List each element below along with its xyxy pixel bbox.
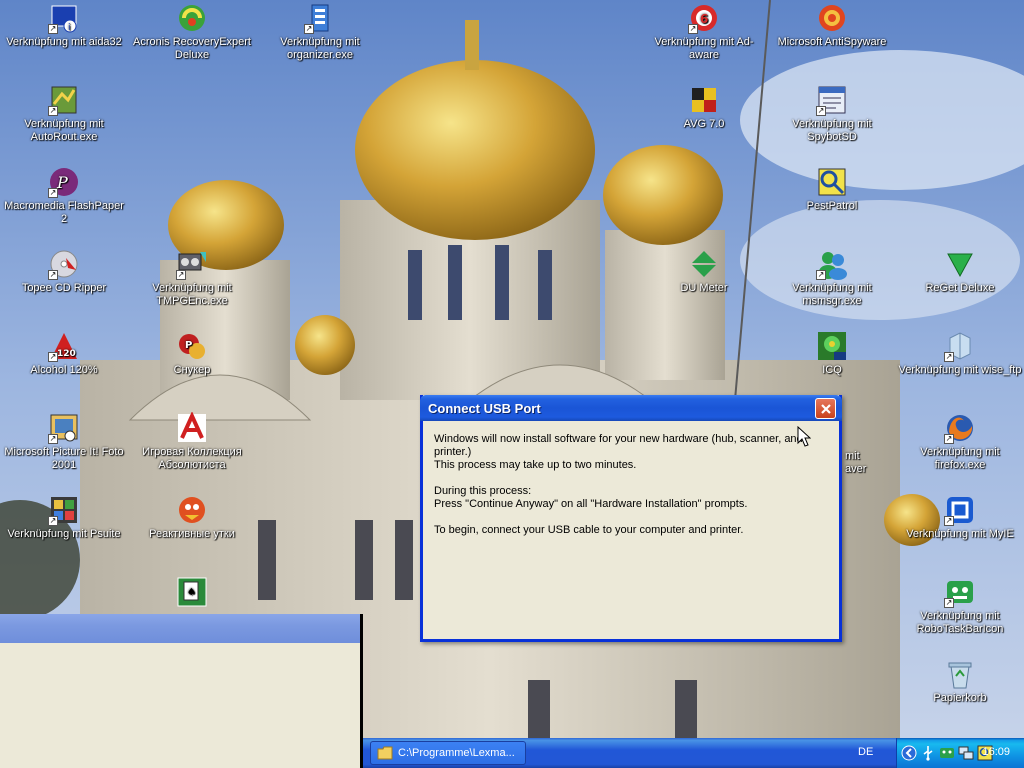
desktop-icon-cdripper[interactable]: ↗ Topee CD Ripper <box>0 248 128 295</box>
background-window[interactable] <box>0 614 363 768</box>
desktop-icon-robotaskbar[interactable]: ↗ Verknüpfung mit RoboTaskBarIcon <box>896 576 1024 636</box>
icon-label: Verknüpfung mit Psuite <box>7 528 121 540</box>
language-indicator[interactable]: DE <box>858 746 873 758</box>
tray-expand-icon[interactable] <box>901 745 917 761</box>
dialog-titlebar[interactable]: Connect USB Port <box>420 395 842 421</box>
svg-text:P: P <box>185 340 192 351</box>
mouse-cursor-icon <box>797 426 811 447</box>
icon-label: Реактивные утки <box>149 528 235 540</box>
desktop-icon-dumeter[interactable]: DU Meter <box>640 248 768 295</box>
svg-text:6: 6 <box>700 12 708 26</box>
desktop-icon-myie[interactable]: ↗ Verknüpfung mit MyIE <box>896 494 1024 541</box>
dialog-body: Windows will now install software for yo… <box>423 421 839 549</box>
games-collection-icon <box>178 412 206 442</box>
recycle-bin-icon <box>948 662 972 689</box>
network-icon[interactable] <box>958 745 974 761</box>
snooker-icon: P <box>179 334 205 359</box>
icon-label: PestPatrol <box>806 200 858 212</box>
desktop-icon-snooker[interactable]: P Снукер <box>128 330 256 377</box>
reget-icon <box>947 253 973 278</box>
taskbar: C:\Programme\Lexma... DE 16:09 <box>363 738 1024 768</box>
taskbar-button-explorer[interactable]: C:\Programme\Lexma... <box>370 741 526 765</box>
desktop-icon-aida32[interactable]: i ↗ Verknüpfung mit aida32 <box>0 2 128 49</box>
taskbar-button-label: C:\Programme\Lexma... <box>398 747 515 759</box>
icon-label: Игровая Коллекция Абсолютиста <box>142 446 242 471</box>
dialog-text-line: Press "Continue Anyway" on all "Hardware… <box>434 498 748 510</box>
desktop-icon-games-collection[interactable]: Игровая Коллекция Абсолютиста <box>128 412 256 472</box>
desktop-icon-wiseftp[interactable]: ↗ Verknüpfung mit wise_ftp <box>896 330 1024 377</box>
robotaskbar-tray-icon[interactable] <box>939 745 955 761</box>
usb-icon[interactable] <box>920 745 936 761</box>
dialog-text-line: To begin, connect your USB cable to your… <box>434 524 744 536</box>
icon-label: Macromedia FlashPaper 2 <box>4 200 124 225</box>
desktop-icon-pestpatrol[interactable]: PestPatrol <box>768 166 896 213</box>
avg-icon <box>692 88 716 112</box>
pestpatrol-icon <box>818 168 846 196</box>
icon-label: Alcohol 120% <box>30 364 98 376</box>
desktop-icon-autorout[interactable]: ↗ Verknüpfung mit AutoRout.exe <box>0 84 128 144</box>
acronis-icon <box>179 5 205 31</box>
dialog-text-line: Windows will now install software for yo… <box>434 433 803 458</box>
icon-label: ReGet Deluxe <box>925 282 995 294</box>
icon-label: Verknüpfung mit RoboTaskBarIcon <box>916 610 1004 635</box>
desktop-icon-recycle-bin[interactable]: Papierkorb <box>896 658 1024 705</box>
icon-label: Verknüpfung mit AutoRout.exe <box>24 118 104 143</box>
desktop-icon-firefox[interactable]: ↗ Verknüpfung mit firefox.exe <box>896 412 1024 472</box>
icon-label: Topee CD Ripper <box>21 282 107 294</box>
background-window-titlebar[interactable] <box>0 614 360 643</box>
icon-label: mit <box>845 450 860 462</box>
ducks-icon <box>179 497 205 523</box>
close-icon <box>820 403 831 414</box>
desktop-icon-psuite[interactable]: ↗ Verknüpfung mit Psuite <box>0 494 128 541</box>
desktop-icon-solitaire[interactable]: ♠ <box>128 576 256 610</box>
dumeter-icon <box>692 251 716 277</box>
desktop-icon-flashpaper[interactable]: P ↗ Macromedia FlashPaper 2 <box>0 166 128 226</box>
icon-label: Microsoft Picture It! Foto 2001 <box>4 446 124 471</box>
connect-usb-dialog[interactable]: Connect USB Port Windows will now instal… <box>420 395 842 642</box>
dialog-text-line: During this process: <box>434 485 532 497</box>
clock[interactable]: 16:09 <box>982 746 1010 758</box>
antispyware-icon <box>819 5 845 31</box>
desktop-icon-pictureit[interactable]: ↗ Microsoft Picture It! Foto 2001 <box>0 412 128 472</box>
icon-label: Verknüpfung mit wise_ftp <box>898 364 1022 376</box>
system-tray: 16:09 <box>896 738 1024 768</box>
icon-label: DU Meter <box>680 282 728 294</box>
icon-label: Verknüpfung mit organizer.exe <box>280 36 360 61</box>
icon-label: Verknüpfung mit SpybotSD <box>792 118 872 143</box>
desktop-icon-antispyware[interactable]: Microsoft AntiSpyware <box>768 2 896 49</box>
svg-text:♠: ♠ <box>187 587 196 598</box>
icon-label: Снукер <box>173 364 211 376</box>
icon-label: Papierkorb <box>933 692 987 704</box>
desktop-icon-ducks[interactable]: Реактивные утки <box>128 494 256 541</box>
icon-label: Verknüpfung mit MyIE <box>906 528 1014 540</box>
icon-label: Microsoft AntiSpyware <box>777 36 887 48</box>
svg-text:i: i <box>68 23 71 33</box>
dialog-title: Connect USB Port <box>428 400 541 416</box>
icon-label: ICQ <box>822 364 842 376</box>
desktop-icon-reget[interactable]: ReGet Deluxe <box>896 248 1024 295</box>
icon-label: Verknüpfung mit firefox.exe <box>920 446 1000 471</box>
icq-icon <box>818 332 846 360</box>
close-button[interactable] <box>815 398 836 419</box>
desktop-icon-alcohol[interactable]: 120 ↗ Alcohol 120% <box>0 330 128 377</box>
folder-icon <box>377 746 393 760</box>
desktop-icon-avg[interactable]: AVG 7.0 <box>640 84 768 131</box>
icon-label: AVG 7.0 <box>683 118 725 130</box>
icon-label: Verknüpfung mit aida32 <box>6 36 122 48</box>
desktop-icon-tmpgenc[interactable]: ↗ Verknüpfung mit TMPGEnc.exe <box>128 248 256 308</box>
desktop-icon-spybot[interactable]: ↗ Verknüpfung mit SpybotSD <box>768 84 896 144</box>
icon-label: Verknüpfung mit Ad-aware <box>654 36 754 61</box>
icon-label: Acronis RecoveryExpert Deluxe <box>133 36 251 61</box>
desktop-icon-msn[interactable]: ↗ Verknüpfung mit msmsgr.exe <box>768 248 896 308</box>
solitaire-icon: ♠ <box>177 577 207 607</box>
desktop-icon-organizer[interactable]: ↗ Verknüpfung mit organizer.exe <box>256 2 384 62</box>
desktop-icon-acronis[interactable]: Acronis RecoveryExpert Deluxe <box>128 2 256 62</box>
icon-label: Verknüpfung mit msmsgr.exe <box>792 282 872 307</box>
dialog-text-line: This process may take up to two minutes. <box>434 459 637 471</box>
icon-label: Verknüpfung mit TMPGEnc.exe <box>152 282 232 307</box>
desktop-icon-icq[interactable]: ICQ <box>768 330 896 377</box>
desktop-icon-adaware[interactable]: 6 ↗ Verknüpfung mit Ad-aware <box>640 2 768 62</box>
icon-label: aver <box>845 463 867 475</box>
svg-text:120: 120 <box>57 349 76 359</box>
